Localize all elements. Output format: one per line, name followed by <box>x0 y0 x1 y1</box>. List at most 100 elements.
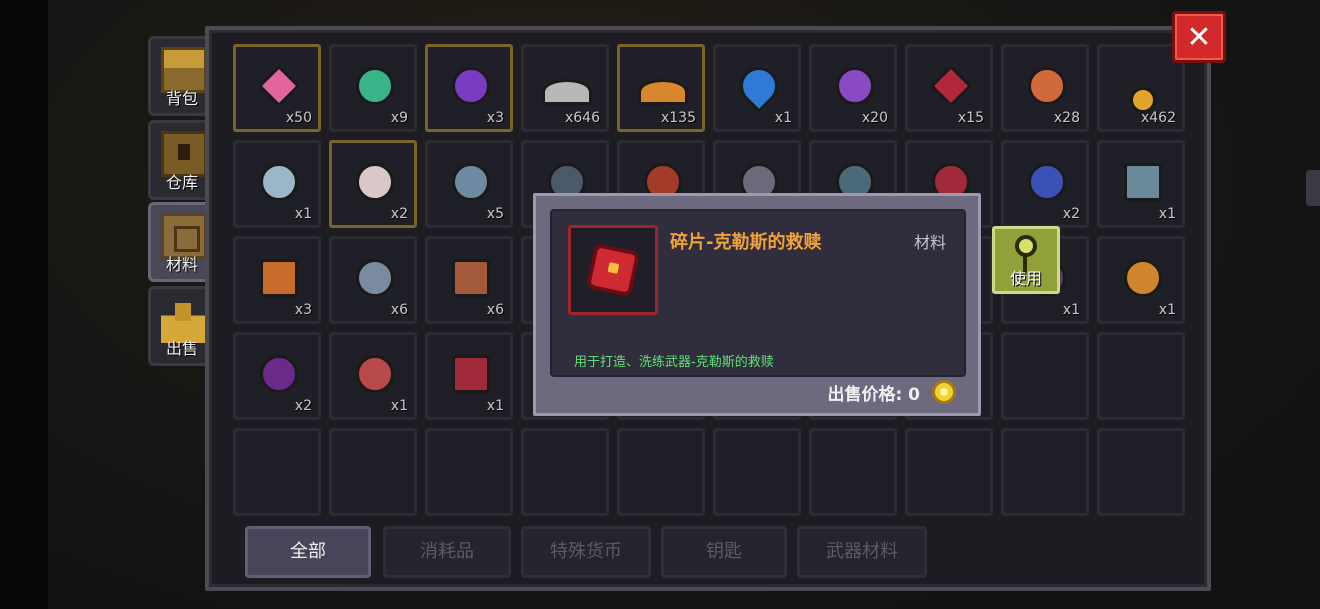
inventory-slot[interactable]: x50 <box>233 44 321 132</box>
item-count: x2 <box>390 206 408 222</box>
inventory-slot[interactable]: x1 <box>1097 236 1185 324</box>
side-tab-label: 仓库 <box>165 173 198 192</box>
gold-ore-pile-icon <box>638 79 688 105</box>
horn-icon <box>356 355 394 393</box>
blue-fish-icon <box>1028 163 1066 201</box>
use-button[interactable]: 使用 <box>992 226 1060 294</box>
inventory-slot[interactable] <box>425 428 513 516</box>
item-count: x50 <box>285 110 312 126</box>
tab-weapon-materials[interactable]: 武器材料 <box>797 526 927 578</box>
purple-c-coin-icon <box>452 67 490 105</box>
inventory-slot[interactable] <box>521 428 609 516</box>
side-tab-label: 材料 <box>165 255 198 274</box>
purple-whip-icon <box>260 355 298 393</box>
item-count: x28 <box>1053 110 1080 126</box>
tab-keys[interactable]: 钥匙 <box>661 526 787 578</box>
item-count: x3 <box>486 110 504 126</box>
purple-token-icon <box>836 67 874 105</box>
inventory-slot[interactable]: x28 <box>1001 44 1089 132</box>
tooltip-item-frame <box>568 225 658 315</box>
item-count: x20 <box>861 110 888 126</box>
pink-gem-icon <box>257 64 301 108</box>
inventory-slot[interactable]: x2 <box>1001 140 1089 228</box>
side-tab-label: 出售 <box>165 339 198 358</box>
inventory-slot[interactable]: x3 <box>233 236 321 324</box>
item-count: x6 <box>390 302 408 318</box>
inventory-slot[interactable] <box>1001 428 1089 516</box>
inventory-slot[interactable]: x20 <box>809 44 897 132</box>
orange-wrench-icon <box>1028 67 1066 105</box>
use-button-label: 使用 <box>1009 269 1042 288</box>
red-shield-icon <box>452 355 490 393</box>
key-icon <box>1015 235 1037 273</box>
inventory-slot[interactable]: x15 <box>905 44 993 132</box>
item-count: x3 <box>294 302 312 318</box>
tooltip-body: 碎片-克勒斯的救赎 材料 用于打造、洗练武器-克勒斯的救赎 <box>550 209 966 377</box>
inventory-slot[interactable] <box>905 428 993 516</box>
item-count: x1 <box>1062 302 1080 318</box>
sell-price: 出售价格: 0 <box>827 385 920 405</box>
inventory-slot[interactable]: x1 <box>329 332 417 420</box>
inventory-slot[interactable]: x646 <box>521 44 609 132</box>
inventory-slot[interactable] <box>1097 428 1185 516</box>
inventory-slot[interactable]: x2 <box>329 140 417 228</box>
item-count: x1 <box>1158 302 1176 318</box>
item-count: x462 <box>1140 110 1176 126</box>
inventory-slot[interactable] <box>233 428 321 516</box>
item-count: x1 <box>294 206 312 222</box>
tooltip-item-name: 碎片-克勒斯的救赎 <box>670 232 822 253</box>
tab-label: 消耗品 <box>420 541 474 562</box>
screen-left-edge <box>0 0 48 609</box>
item-count: x1 <box>486 398 504 414</box>
tab-label: 全部 <box>290 541 326 562</box>
inventory-slot[interactable] <box>1001 332 1089 420</box>
item-count: x1 <box>774 110 792 126</box>
item-count: x5 <box>486 206 504 222</box>
inventory-slot[interactable]: x135 <box>617 44 705 132</box>
tooltip-item-description: 用于打造、洗练武器-克勒斯的救赎 <box>574 355 774 370</box>
item-count: x1 <box>1158 206 1176 222</box>
inventory-slot[interactable] <box>617 428 705 516</box>
red-crystal-icon <box>929 64 973 108</box>
scene-side-handle <box>1306 170 1320 206</box>
inventory-slot[interactable] <box>1097 332 1185 420</box>
robot-head-icon <box>260 163 298 201</box>
item-count: x9 <box>390 110 408 126</box>
inventory-slot[interactable]: x1 <box>1097 140 1185 228</box>
item-count: x1 <box>390 398 408 414</box>
inventory-slot[interactable]: x3 <box>425 44 513 132</box>
blob-icon <box>356 259 394 297</box>
inventory-slot[interactable] <box>713 428 801 516</box>
close-icon: ✕ <box>1186 20 1212 55</box>
inventory-slot[interactable]: x1 <box>425 332 513 420</box>
inventory-slot[interactable] <box>329 428 417 516</box>
item-count: x2 <box>294 398 312 414</box>
item-count: x6 <box>486 302 504 318</box>
item-count: x135 <box>660 110 696 126</box>
close-button[interactable]: ✕ <box>1172 11 1226 63</box>
sword-part-icon <box>452 163 490 201</box>
item-count: x646 <box>564 110 600 126</box>
orange-ring-icon <box>1124 259 1162 297</box>
item-tooltip: 碎片-克勒斯的救赎 材料 用于打造、洗练武器-克勒斯的救赎 出售价格: 0 <box>533 193 981 416</box>
inventory-slot[interactable]: x6 <box>329 236 417 324</box>
tab-all[interactable]: 全部 <box>245 526 371 578</box>
green-coin-icon <box>356 67 394 105</box>
silver-ore-pile-icon <box>542 79 592 105</box>
inventory-slot[interactable]: x6 <box>425 236 513 324</box>
side-tab-label: 背包 <box>165 89 198 108</box>
inventory-slot[interactable]: x2 <box>233 332 321 420</box>
tab-label: 钥匙 <box>706 541 742 562</box>
inventory-slot[interactable]: x1 <box>233 140 321 228</box>
item-count: x2 <box>1062 206 1080 222</box>
orange-block-icon <box>260 259 298 297</box>
tab-consumables[interactable]: 消耗品 <box>383 526 511 578</box>
scroll-icon <box>452 259 490 297</box>
inventory-slot[interactable]: x9 <box>329 44 417 132</box>
inventory-slot[interactable] <box>809 428 897 516</box>
inventory-slot[interactable]: x5 <box>425 140 513 228</box>
tab-label: 武器材料 <box>826 541 898 562</box>
inventory-slot[interactable]: x1 <box>713 44 801 132</box>
red-fragment-icon <box>585 242 641 298</box>
tab-special-currency[interactable]: 特殊货币 <box>521 526 651 578</box>
